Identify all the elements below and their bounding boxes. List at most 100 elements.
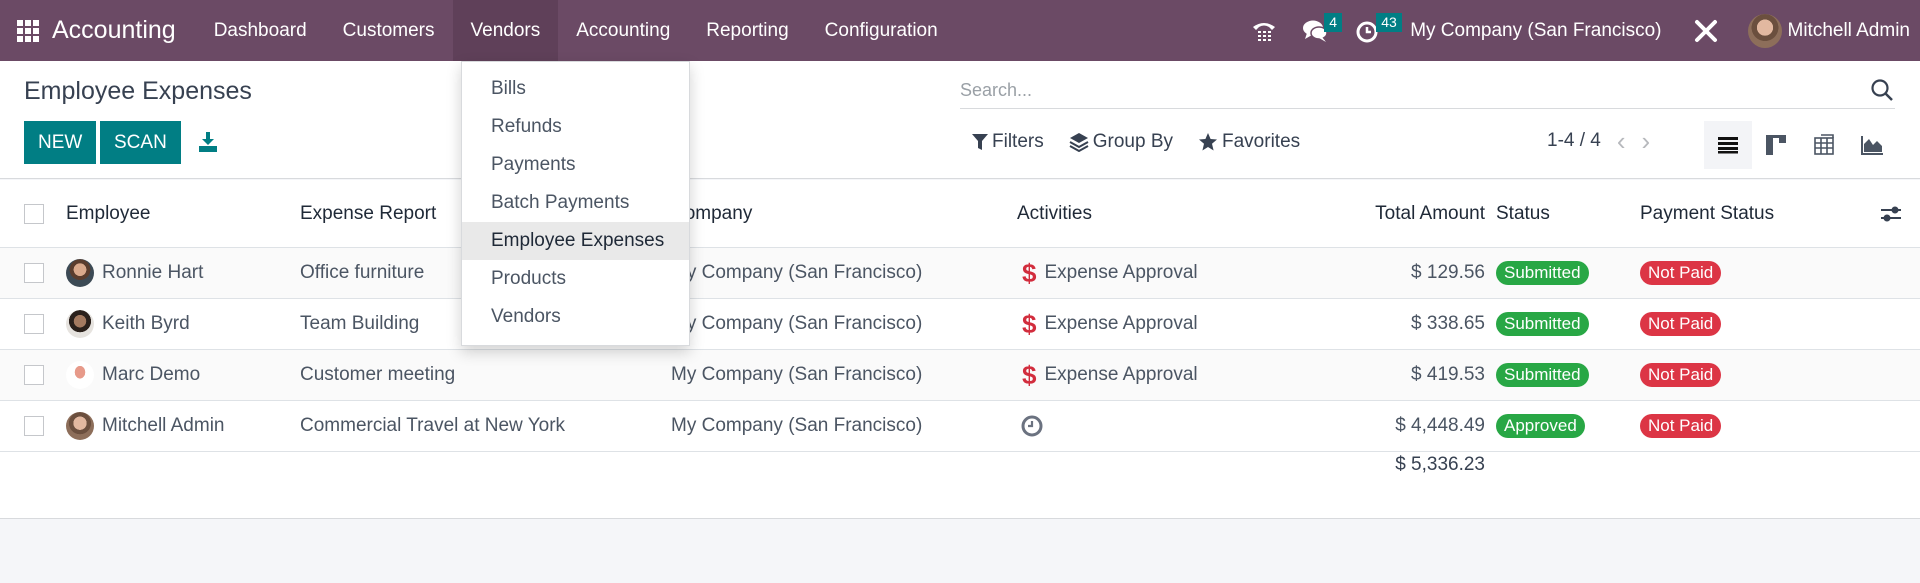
menu-item-payments[interactable]: Payments — [462, 146, 689, 184]
activity[interactable]: $ Expense Approval — [1022, 248, 1198, 298]
total-amount: $ 338.65 — [1411, 313, 1485, 334]
pager-previous-button[interactable]: ‹ — [1617, 128, 1626, 154]
group-by-button[interactable]: Group By — [1069, 131, 1173, 153]
total-amount: $ 129.56 — [1411, 262, 1485, 283]
filters-label: Filters — [992, 131, 1044, 152]
activity[interactable]: $ Expense Approval — [1022, 350, 1198, 400]
activity-label: Expense Approval — [1044, 262, 1198, 283]
expense-report: Office furniture — [300, 262, 425, 283]
expenses-list: Employee Expense Report Company Activiti… — [0, 180, 1920, 519]
top-navbar: Accounting Dashboard Customers Vendors A… — [0, 0, 1920, 61]
view-switcher — [1704, 121, 1896, 169]
optional-columns-toggle[interactable] — [1880, 180, 1902, 247]
total-amount-sum: $ 5,336.23 — [1395, 454, 1485, 475]
user-menu[interactable]: Mitchell Admin — [1747, 13, 1911, 48]
table-header-row: Employee Expense Report Company Activiti… — [0, 180, 1920, 248]
scan-button[interactable]: SCAN — [100, 121, 181, 164]
vendors-dropdown-menu: Bills Refunds Payments Batch Payments Em… — [461, 61, 690, 346]
nav-reporting[interactable]: Reporting — [688, 0, 806, 61]
user-name: Mitchell Admin — [1787, 19, 1911, 41]
nav-configuration[interactable]: Configuration — [807, 0, 956, 61]
app-name[interactable]: Accounting — [52, 16, 176, 45]
group-by-label: Group By — [1092, 131, 1173, 152]
company: My Company (San Francisco) — [671, 313, 923, 334]
pivot-view-button[interactable] — [1800, 121, 1848, 169]
debug-tools-button[interactable] — [1683, 0, 1729, 61]
activity[interactable] — [1020, 401, 1044, 451]
menu-item-bills[interactable]: Bills — [462, 70, 689, 108]
search-icon[interactable] — [1869, 77, 1895, 103]
download-icon[interactable] — [197, 131, 219, 153]
favorites-button[interactable]: Favorites — [1198, 131, 1300, 153]
menu-item-refunds[interactable]: Refunds — [462, 108, 689, 146]
payment-status-badge: Not Paid — [1640, 261, 1722, 285]
column-employee[interactable]: Employee — [66, 180, 151, 247]
menu-item-products[interactable]: Products — [462, 260, 689, 298]
activities-button[interactable]: 43 — [1345, 0, 1402, 61]
column-payment-status[interactable]: Payment Status — [1640, 180, 1774, 247]
column-status[interactable]: Status — [1496, 180, 1550, 247]
nav-vendors[interactable]: Vendors — [452, 0, 559, 61]
employee-avatar — [66, 361, 94, 389]
messages-button[interactable]: 4 — [1293, 0, 1342, 61]
pager-value[interactable]: 1-4 / 4 — [1547, 130, 1601, 152]
filter-icon — [972, 134, 988, 150]
nav-accounting[interactable]: Accounting — [558, 0, 688, 61]
graph-view-button[interactable] — [1848, 121, 1896, 169]
employee-name: Keith Byrd — [102, 313, 190, 334]
row-checkbox[interactable] — [24, 314, 44, 334]
column-expense-report[interactable]: Expense Report — [300, 180, 436, 247]
status-badge: Submitted — [1496, 261, 1589, 285]
nav-customers[interactable]: Customers — [325, 0, 453, 61]
employee-name: Marc Demo — [102, 364, 201, 385]
company: My Company (San Francisco) — [671, 415, 923, 436]
expense-report: Team Building — [300, 313, 420, 334]
kanban-icon — [1766, 135, 1786, 155]
menu-item-vendors[interactable]: Vendors — [462, 298, 689, 336]
row-checkbox[interactable] — [24, 263, 44, 283]
menu-item-employee-expenses[interactable]: Employee Expenses — [462, 222, 689, 260]
table-row[interactable]: Keith Byrd Team Building My Company (San… — [0, 299, 1920, 350]
dollar-icon: $ — [1022, 308, 1037, 339]
filters-button[interactable]: Filters — [972, 131, 1044, 153]
search-input[interactable] — [960, 80, 1840, 101]
dollar-icon: $ — [1022, 257, 1037, 288]
select-all-checkbox[interactable] — [24, 203, 44, 224]
apps-grid-icon[interactable] — [17, 19, 39, 42]
status-badge: Submitted — [1496, 312, 1589, 336]
phone-button[interactable] — [1241, 0, 1287, 61]
pager: 1-4 / 4 ‹ › — [1547, 128, 1651, 154]
favorites-label: Favorites — [1222, 131, 1301, 152]
table-row[interactable]: Marc Demo Customer meeting My Company (S… — [0, 350, 1920, 401]
employee-name: Mitchell Admin — [102, 415, 225, 436]
pager-next-button[interactable]: › — [1642, 128, 1651, 154]
page-title: Employee Expenses — [24, 77, 252, 105]
dollar-icon: $ — [1022, 359, 1037, 390]
table-row[interactable]: Ronnie Hart Office furniture My Company … — [0, 248, 1920, 299]
column-total-amount[interactable]: Total Amount — [1300, 180, 1485, 247]
table-row[interactable]: Mitchell Admin Commercial Travel at New … — [0, 401, 1920, 452]
expense-report: Commercial Travel at New York — [300, 415, 566, 436]
company: My Company (San Francisco) — [671, 364, 923, 385]
company: My Company (San Francisco) — [671, 262, 923, 283]
sliders-icon — [1881, 206, 1901, 221]
list-icon — [1718, 137, 1738, 154]
kanban-view-button[interactable] — [1752, 121, 1800, 169]
layers-icon — [1069, 133, 1089, 152]
messages-badge: 4 — [1324, 13, 1342, 32]
total-amount: $ 419.53 — [1411, 364, 1485, 385]
company-switcher[interactable]: My Company (San Francisco) — [1410, 20, 1661, 42]
row-checkbox[interactable] — [24, 365, 44, 385]
employee-name: Ronnie Hart — [102, 262, 204, 283]
menu-item-batch-payments[interactable]: Batch Payments — [462, 184, 689, 222]
list-view-button[interactable] — [1704, 121, 1752, 169]
activity[interactable]: $ Expense Approval — [1022, 299, 1198, 349]
row-checkbox[interactable] — [24, 416, 44, 436]
new-button[interactable]: NEW — [24, 121, 97, 164]
status-badge: Submitted — [1496, 363, 1589, 387]
column-activities[interactable]: Activities — [1017, 180, 1092, 247]
pivot-table-icon — [1814, 134, 1834, 155]
nav-dashboard[interactable]: Dashboard — [196, 0, 325, 61]
tools-icon — [1694, 19, 1717, 42]
employee-avatar — [66, 259, 94, 287]
